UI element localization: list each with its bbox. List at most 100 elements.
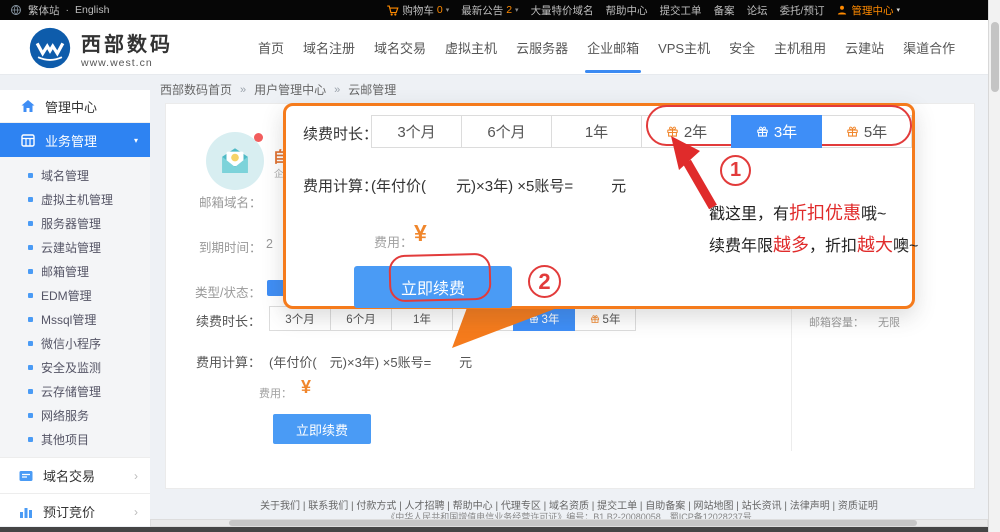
card-icon [18,468,34,484]
horizontal-scrollbar-thumb[interactable] [229,520,917,526]
breadcrumb-current: 云邮管理 [348,81,396,98]
duration-option-2y[interactable]: 2年 [452,306,514,331]
west-logo-icon [28,26,72,70]
sidebar-item-network-service[interactable]: 网络服务 [0,403,150,427]
topbar-link-entrust[interactable]: 委托/预订 [780,3,825,18]
duration-option-2y[interactable]: 2年 [641,115,732,148]
nav-channel[interactable]: 渠道合作 [903,38,955,57]
chevron-down-icon: ▾ [134,136,138,145]
breadcrumb: 西部数码首页 » 用户管理中心 » 云邮管理 [160,81,396,98]
horizontal-scrollbar[interactable] [150,519,988,527]
duration-option-3m[interactable]: 3个月 [269,306,331,331]
grid-icon [20,132,36,148]
window-bottom-edge [0,527,1000,532]
renew-now-button[interactable]: 立即续费 [354,266,512,308]
chevron-right-icon: › [134,505,138,519]
duration-option-3y[interactable]: 3年 [513,306,575,331]
site-logo[interactable]: 西部数码 www.west.cn [28,26,173,70]
sidebar-group-business[interactable]: 业务管理 ▾ [0,123,150,157]
fee-label: 费用： [374,232,413,251]
sidebar-item-vhost-mgmt[interactable]: 虚拟主机管理 [0,187,150,211]
nav-security[interactable]: 安全 [729,38,755,57]
bullet-icon [28,317,33,322]
sidebar-item-wechat-mini[interactable]: 微信小程序 [0,331,150,355]
breadcrumb-home[interactable]: 西部数码首页 [160,81,232,98]
duration-options: 3个月 6个月 1年 2年 3年 5年 [269,306,636,331]
step-2-badge: 2 [528,265,561,298]
duration-option-6m[interactable]: 6个月 [461,115,552,148]
nav-host-rental[interactable]: 主机租用 [774,38,826,57]
topbar-link-ticket[interactable]: 提交工单 [660,3,702,18]
vertical-scrollbar-thumb[interactable] [991,22,999,92]
sidebar-item-domain-mgmt[interactable]: 域名管理 [0,163,150,187]
home-icon [20,98,36,114]
promo-line-1: 戳这里，有折扣优惠哦~ [709,199,886,225]
renew-now-button[interactable]: 立即续费 [273,414,371,444]
sidebar-item-cloud-storage[interactable]: 云存储管理 [0,379,150,403]
topbar-link-forum[interactable]: 论坛 [747,3,768,18]
site-header: 西部数码 www.west.cn 首页 域名注册 域名交易 虚拟主机 云服务器 … [0,20,1000,75]
user-icon [836,4,848,16]
chevron-down-icon: ▾ [446,6,450,14]
duration-option-1y[interactable]: 1年 [391,306,453,331]
sidebar: 管理中心 业务管理 ▾ 域名管理 虚拟主机管理 服务器管理 云建站管理 邮箱管理… [0,90,150,526]
panel-divider [791,301,792,451]
breadcrumb-separator: » [240,84,246,96]
mail-domain-label: 邮箱域名： [199,192,262,211]
nav-home[interactable]: 首页 [258,38,284,57]
nav-vps[interactable]: VPS主机 [658,38,710,57]
bullet-icon [28,389,33,394]
duration-option-3m[interactable]: 3个月 [371,115,462,148]
nav-domain-trade[interactable]: 域名交易 [374,38,426,57]
topbar-link-beian[interactable]: 备案 [714,3,735,18]
nav-domain-register[interactable]: 域名注册 [303,38,355,57]
sidebar-item-preorder-bid[interactable]: 预订竞价 › [0,493,150,526]
sidebar-item-mail-mgmt[interactable]: 邮箱管理 [0,259,150,283]
duration-option-5y[interactable]: 5年 [821,115,912,148]
gift-icon [590,314,600,324]
duration-option-3y[interactable]: 3年 [731,115,822,148]
topbar-link-deals[interactable]: 大量特价域名 [531,3,594,18]
sidebar-item-mssql-mgmt[interactable]: Mssql管理 [0,307,150,331]
sidebar-item-domain-trade[interactable]: 域名交易 › [0,457,150,493]
cart-link[interactable]: 购物车 0 ▾ [386,3,449,18]
nav-cloud-server[interactable]: 云服务器 [516,38,568,57]
fee-label: 费用： [259,385,292,401]
notice-count: 2 [506,4,512,16]
topbar-link-help[interactable]: 帮助中心 [606,3,648,18]
lang-english-link[interactable]: English [75,4,109,16]
bullet-icon [28,413,33,418]
bullet-icon [28,269,33,274]
calc-label: 费用计算： [303,175,378,196]
bullet-icon [28,293,33,298]
lang-traditional-link[interactable]: 繁体站 [28,3,60,18]
expire-time-label: 到期时间： [199,237,262,256]
sidebar-item-other[interactable]: 其他项目 [0,427,150,451]
account-menu[interactable]: 管理中心 ▾ [836,3,900,18]
sidebar-item-edm-mgmt[interactable]: EDM管理 [0,283,150,307]
notice-link[interactable]: 最新公告 2 ▾ [461,3,518,18]
nav-site-builder[interactable]: 云建站 [845,38,884,57]
bullet-icon [28,221,33,226]
sidebar-item-server-mgmt[interactable]: 服务器管理 [0,211,150,235]
sidebar-item-management-center[interactable]: 管理中心 [0,90,150,123]
currency-symbol: ¥ [301,377,311,398]
expire-time-value: 2 [266,237,273,251]
chevron-down-icon: ▾ [896,6,900,14]
duration-option-1y[interactable]: 1年 [551,115,642,148]
duration-option-5y[interactable]: 5年 [574,306,636,331]
gift-icon [756,125,769,138]
sidebar-item-sitebuilder-mgmt[interactable]: 云建站管理 [0,235,150,259]
breadcrumb-user-center[interactable]: 用户管理中心 [254,81,326,98]
nav-enterprise-mail[interactable]: 企业邮箱 [587,38,639,57]
duration-options-zoomed: 3个月 6个月 1年 2年 3年 5年 [371,115,912,148]
calc-formula: (年付价( 元)×3年) ×5账号=元 [371,175,626,196]
currency-symbol: ¥ [414,220,427,247]
sidebar-item-security-monitor[interactable]: 安全及监测 [0,355,150,379]
duration-option-6m[interactable]: 6个月 [330,306,392,331]
bullet-icon [28,341,33,346]
mailbox-capacity: 邮箱容量：无限 [809,314,900,330]
nav-virtual-host[interactable]: 虚拟主机 [445,38,497,57]
bullet-icon [28,173,33,178]
vertical-scrollbar[interactable] [988,0,1000,532]
